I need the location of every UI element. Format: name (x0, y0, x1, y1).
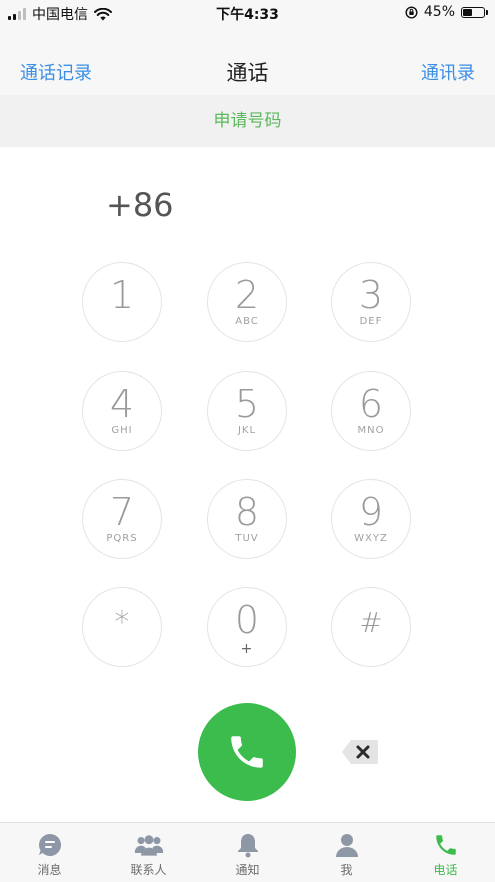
person-icon (332, 831, 362, 859)
key-7[interactable]: 7 PQRS (82, 479, 162, 559)
message-icon (35, 831, 65, 859)
key-hash[interactable]: # (331, 587, 411, 667)
tab-phone[interactable]: 电话 (396, 823, 495, 882)
key-digit: 9 (358, 490, 384, 534)
tab-bar: 消息 联系人 通知 我 电话 (0, 822, 495, 882)
tab-label: 消息 (37, 863, 62, 877)
contacts-icon (134, 831, 164, 859)
nav-bar: 通话记录 通话 通讯录 (0, 26, 495, 95)
tab-messages[interactable]: 消息 (0, 823, 99, 882)
key-letters: GHI (111, 425, 133, 436)
key-letters: DEF (359, 316, 383, 327)
backspace-icon (342, 740, 378, 764)
key-letters: WXYZ (354, 533, 388, 544)
key-letters: PQRS (106, 533, 138, 544)
key-5[interactable]: 5 JKL (207, 371, 287, 451)
tab-label: 联系人 (130, 863, 167, 877)
backspace-button[interactable] (341, 739, 379, 765)
tab-label: 电话 (433, 863, 458, 877)
apply-number-button[interactable]: 申请号码 (0, 95, 495, 147)
key-letters: JKL (237, 425, 257, 436)
key-9[interactable]: 9 WXYZ (331, 479, 411, 559)
key-digit: * (114, 605, 130, 640)
key-1[interactable]: 1 (82, 262, 162, 342)
key-3[interactable]: 3 DEF (331, 262, 411, 342)
dialed-number: +86 (106, 186, 174, 224)
key-digit: 1 (109, 273, 135, 317)
key-digit: 5 (234, 382, 260, 426)
key-digit: 6 (358, 382, 384, 426)
tab-contacts[interactable]: 联系人 (99, 823, 198, 882)
orientation-lock-icon (405, 5, 418, 19)
key-star[interactable]: * (82, 587, 162, 667)
key-letters: + (240, 641, 254, 657)
call-button[interactable] (198, 703, 296, 801)
key-digit: 7 (109, 490, 135, 534)
key-digit: 8 (234, 490, 260, 534)
tab-notifications[interactable]: 通知 (198, 823, 297, 882)
phone-icon (231, 736, 263, 768)
tab-me[interactable]: 我 (297, 823, 396, 882)
key-8[interactable]: 8 TUV (207, 479, 287, 559)
tab-label: 我 (340, 863, 353, 877)
key-digit: 4 (109, 382, 135, 426)
tab-label: 通知 (235, 863, 260, 877)
key-digit: 3 (358, 273, 384, 317)
phone-icon (431, 831, 461, 859)
status-bar: 中国电信 下午4:33 45% (0, 0, 495, 26)
key-letters: TUV (235, 533, 259, 544)
key-digit: 2 (234, 273, 260, 317)
battery-percent: 45% (423, 4, 455, 20)
status-right: 45% (405, 4, 488, 20)
address-book-link[interactable]: 通讯录 (421, 59, 475, 85)
key-6[interactable]: 6 MNO (331, 371, 411, 451)
battery-icon (461, 6, 488, 18)
key-letters: ABC (235, 316, 259, 327)
key-digit: 0 (234, 598, 260, 642)
key-digit: # (359, 606, 383, 639)
battery-fill (463, 8, 472, 16)
key-4[interactable]: 4 GHI (82, 371, 162, 451)
key-letters: MNO (357, 425, 385, 436)
key-2[interactable]: 2 ABC (207, 262, 287, 342)
bell-icon (233, 831, 263, 859)
key-0[interactable]: 0 + (207, 587, 287, 667)
